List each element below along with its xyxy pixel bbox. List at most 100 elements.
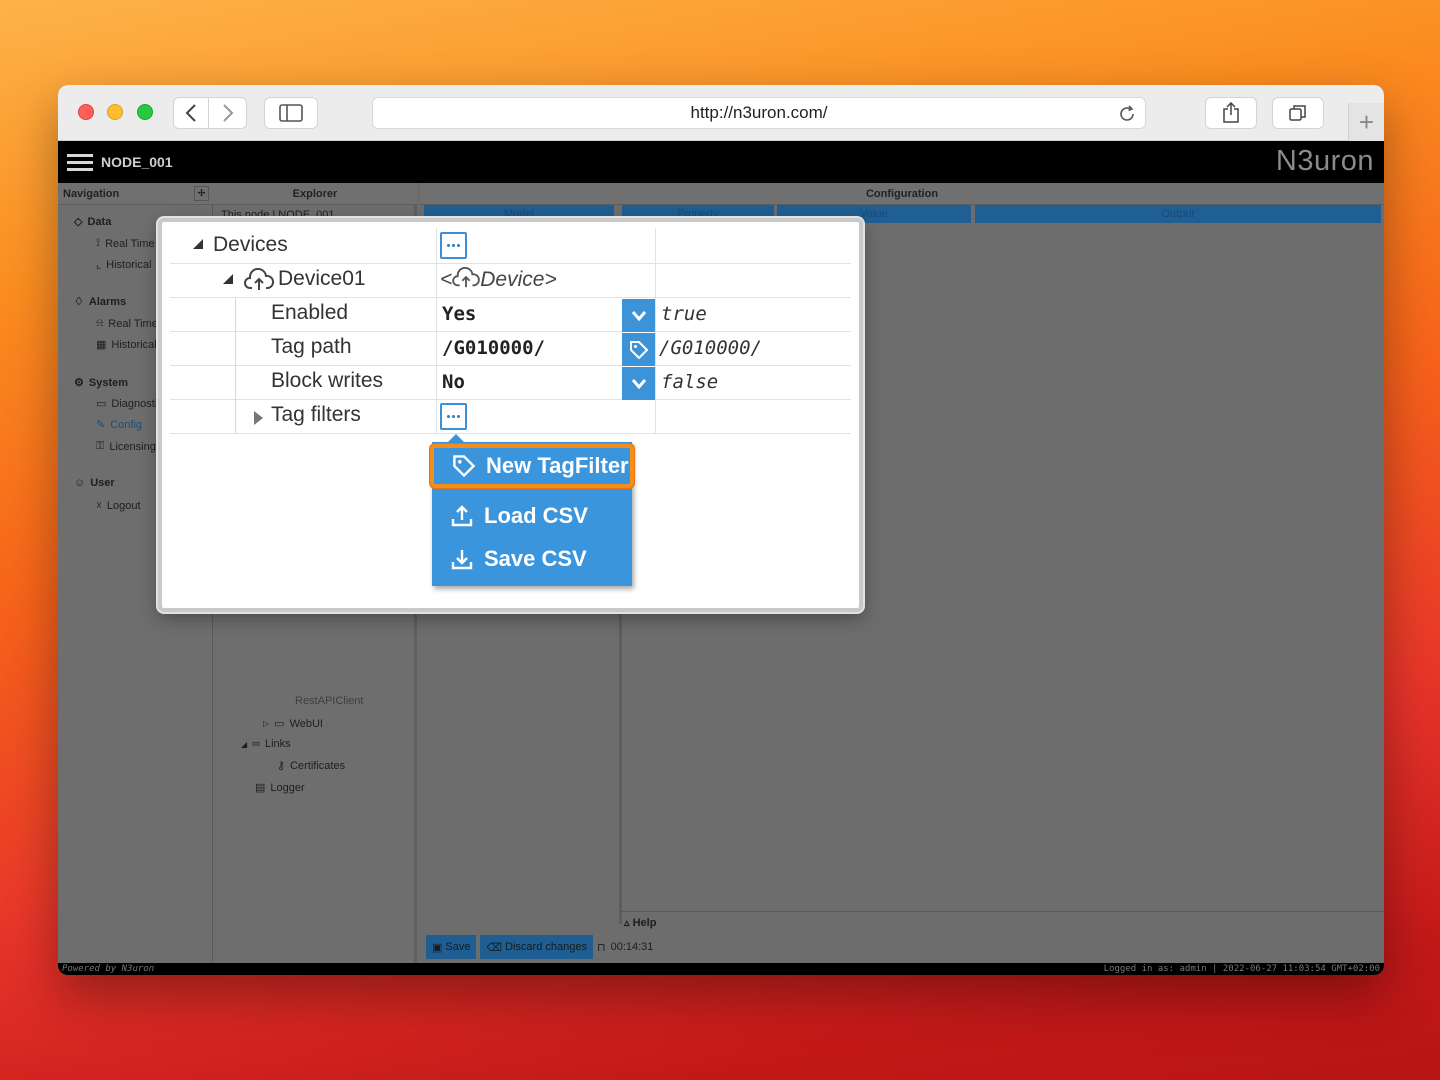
trash-icon: ⌫ — [486, 941, 503, 954]
pulse-icon: ▭ — [96, 398, 107, 410]
property-output-block-writes: false — [661, 371, 719, 393]
enabled-dropdown-button[interactable] — [622, 299, 655, 332]
chevron-right-icon — [222, 104, 233, 122]
chevron-down-icon — [631, 310, 646, 321]
nav-item-licensing[interactable]: ⚿ Licensing — [96, 440, 156, 453]
minimize-window-button[interactable] — [107, 104, 123, 120]
new-tagfilter-menu-item[interactable]: New TagFilter — [430, 444, 634, 488]
nav-item-logout[interactable]: ☓ Logout — [96, 499, 141, 513]
download-icon — [451, 550, 473, 570]
rss-icon: ⟟ — [96, 237, 101, 249]
property-name-block-writes: Block writes — [271, 369, 384, 392]
edit-icon: ✎ — [96, 419, 106, 431]
sidebar-toggle-button[interactable] — [264, 97, 318, 129]
triangle-right-icon: ▷ — [263, 719, 270, 728]
plus-icon: + — [1358, 106, 1375, 137]
save-button[interactable]: ▣ Save — [426, 935, 477, 959]
devices-more-button[interactable] — [440, 232, 467, 259]
triangle-down-icon[interactable] — [223, 274, 233, 284]
url-text: http://n3uron.com/ — [690, 103, 828, 122]
nav-section-alarms[interactable]: ♢ Alarms — [74, 295, 126, 309]
explorer-item-webui[interactable]: ▷ ▭ WebUI — [263, 717, 323, 731]
tag-icon — [453, 455, 476, 478]
block-writes-dropdown-button[interactable] — [622, 367, 655, 400]
property-output-tag-path: /G010000/ — [659, 337, 762, 359]
hamburger-menu-icon[interactable] — [67, 154, 93, 172]
table-icon: ▦ — [96, 339, 107, 351]
device-name[interactable]: Device01 — [278, 267, 366, 291]
powered-by-text: Powered by N3uron — [62, 964, 155, 974]
certificate-icon: ⚷ — [277, 760, 286, 772]
property-value-tag-path[interactable]: /G010000/ — [442, 337, 545, 359]
column-output: Output — [975, 205, 1381, 223]
triangle-right-icon[interactable] — [254, 411, 263, 425]
session-timer: ⊓ 00:14:31 — [596, 941, 654, 954]
share-icon — [1223, 102, 1239, 123]
nav-item-alarms-historical[interactable]: ▦ Historical — [96, 338, 157, 352]
pin-icon[interactable]: ✢ — [194, 186, 209, 201]
app-header: NODE_001 N3uron — [58, 141, 1384, 183]
cloud-upload-icon — [244, 268, 274, 290]
log-icon: ▤ — [255, 782, 266, 794]
forward-button[interactable] — [209, 97, 247, 129]
explorer-item-restapiclient[interactable]: RestAPIClient — [295, 695, 363, 707]
sidebar-icon — [279, 104, 303, 122]
lock-icon: ⊓ — [596, 941, 606, 954]
explorer-item-certificates[interactable]: ⚷ Certificates — [277, 759, 345, 773]
back-button[interactable] — [173, 97, 209, 129]
device-type: < Device> — [440, 266, 557, 291]
tag-filters-more-button[interactable] — [440, 403, 467, 430]
bell-icon: ♢ — [74, 296, 84, 308]
load-csv-menu-item[interactable]: Load CSV — [432, 496, 632, 536]
triangle-down-icon: ◢ — [241, 739, 248, 749]
link-icon: ∞ — [252, 738, 260, 750]
nav-section-data[interactable]: ◇ Data — [74, 215, 111, 229]
nav-item-config[interactable]: ✎ Config — [96, 418, 142, 432]
tag-filters-label[interactable]: Tag filters — [271, 403, 361, 427]
property-value-enabled[interactable]: Yes — [442, 303, 476, 325]
nav-item-alarms-realtime[interactable]: ⍾ Real Time — [96, 317, 158, 330]
nav-section-user[interactable]: ☺ User — [74, 477, 115, 489]
save-icon: ▣ — [432, 941, 443, 954]
tabs-overview-button[interactable] — [1272, 97, 1324, 129]
login-info-text: Logged in as: admin | 2022-06-27 11:03:5… — [1103, 964, 1380, 974]
save-csv-menu-item[interactable]: Save CSV — [432, 539, 632, 579]
browser-toolbar: http://n3uron.com/ + — [58, 85, 1384, 141]
tag-path-browse-button[interactable] — [622, 333, 655, 366]
explorer-item-links[interactable]: ◢ ∞ Links — [241, 738, 291, 750]
share-button[interactable] — [1205, 97, 1257, 129]
logout-icon: ☓ — [96, 500, 102, 512]
help-section[interactable]: ▵ Help — [622, 911, 1384, 933]
cloud-upload-icon — [452, 266, 481, 288]
gear-icon: ⚙ — [74, 377, 84, 389]
property-output-enabled: true — [661, 303, 707, 325]
properties-table: Devices Device01 < Device> Enabled Yes tr… — [170, 228, 851, 602]
triangle-down-icon[interactable] — [193, 239, 203, 249]
key-icon: ⚿ — [96, 440, 105, 452]
window-icon: ▭ — [274, 718, 285, 730]
nav-item-data-realtime[interactable]: ⟟ Real Time — [96, 237, 155, 250]
explorer-title: Explorer — [213, 183, 417, 205]
address-bar[interactable]: http://n3uron.com/ — [372, 97, 1146, 129]
nav-item-data-historical[interactable]: ⌞ Historical — [96, 258, 151, 272]
navigation-title: Navigation ✢ — [58, 183, 213, 205]
nav-section-system[interactable]: ⚙ System — [74, 376, 128, 390]
explorer-item-logger[interactable]: ▤ Logger — [255, 781, 305, 795]
tag-icon — [629, 340, 648, 359]
devices-label[interactable]: Devices — [213, 233, 288, 257]
discard-changes-button[interactable]: ⌫ Discard changes — [480, 935, 593, 959]
alarm-icon: ⍾ — [96, 317, 104, 329]
tabs-icon — [1289, 105, 1306, 121]
property-name-enabled: Enabled — [271, 301, 349, 324]
chart-icon: ⌞ — [96, 259, 102, 271]
nav-item-diagnostic[interactable]: ▭ Diagnostic — [96, 397, 163, 411]
zoom-window-button[interactable] — [137, 104, 153, 120]
configuration-title: Configuration — [420, 183, 1384, 205]
property-value-block-writes[interactable]: No — [442, 371, 465, 393]
property-name-tag-path: Tag path — [271, 335, 352, 358]
new-tab-button[interactable]: + — [1348, 103, 1384, 141]
close-window-button[interactable] — [78, 104, 94, 120]
upload-icon — [451, 505, 473, 527]
reload-icon[interactable] — [1117, 104, 1137, 124]
status-bar: Powered by N3uron Logged in as: admin | … — [58, 963, 1384, 975]
